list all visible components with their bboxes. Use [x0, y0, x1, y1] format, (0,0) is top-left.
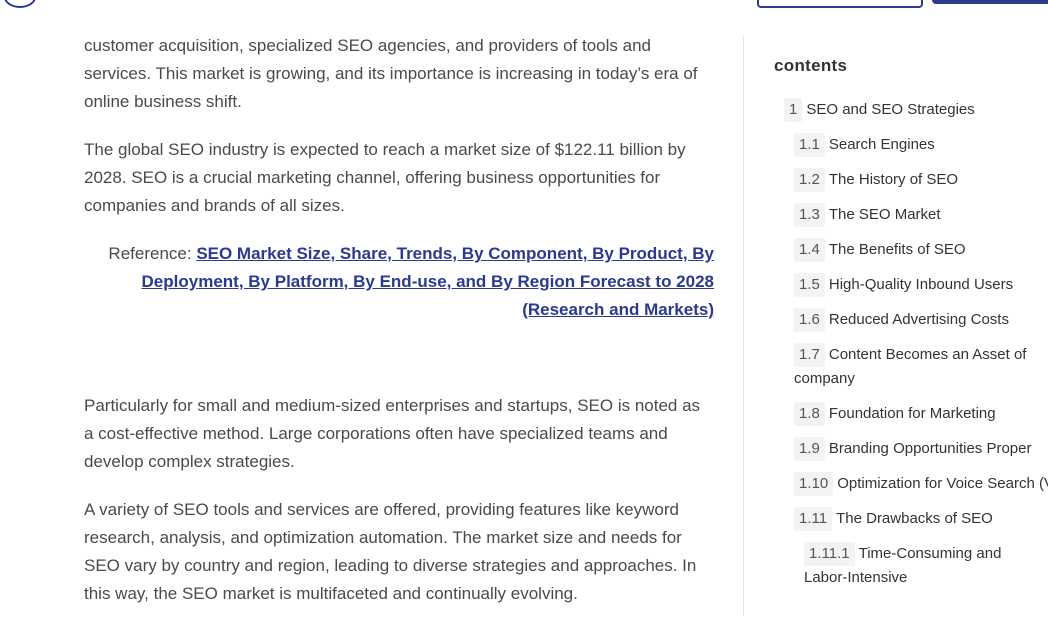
toc-number: 1: [784, 98, 803, 122]
article-paragraph-1: customer acquisition, specialized SEO ag…: [84, 36, 698, 111]
toc-number: 1.6: [794, 308, 825, 332]
site-logo[interactable]: [4, 0, 36, 8]
toc-label: Branding Opportunities Proper: [828, 440, 1032, 457]
toc-label: SEO and SEO Strategies: [806, 101, 975, 118]
column-divider: [743, 36, 744, 616]
toc-item-1-3[interactable]: 1.3 The SEO Market: [774, 203, 1048, 227]
article-paragraph-4: A variety of SEO tools and services are …: [84, 500, 697, 603]
article-paragraph-3: Particularly for small and medium-sized …: [84, 396, 701, 471]
toc-label: Optimization for Voice Search (VS: [837, 475, 1048, 492]
table-of-contents: contents 1 SEO and SEO Strategies 1.1 Sear…: [774, 56, 1048, 601]
reference-link[interactable]: SEO Market Size, Share, Trends, By Compo…: [142, 244, 714, 319]
article-body: customer acquisition, specialized SEO ag…: [84, 32, 714, 628]
toc-number: 1.1: [794, 133, 825, 157]
toc-label: Search Engines: [828, 136, 935, 153]
toc-label: The SEO Market: [828, 206, 941, 223]
toc-item-1-2[interactable]: 1.2 The History of SEO: [774, 168, 1048, 192]
toc-number: 1.3: [794, 203, 825, 227]
toc-number: 1.8: [794, 402, 825, 426]
toc-label: The Benefits of SEO: [828, 241, 966, 258]
toc-label: High-Quality Inbound Users: [828, 276, 1014, 293]
toc-number: 1.4: [794, 238, 825, 262]
toc-label: The Drawbacks of SEO: [836, 510, 993, 527]
toc-number: 1.11.1: [804, 542, 855, 566]
toc-label: Foundation for Marketing: [828, 405, 996, 422]
toc-number: 1.2: [794, 168, 825, 192]
toc-item-1-7[interactable]: 1.7 Content Becomes an Asset of company: [774, 343, 1034, 391]
toc-item-1-11-1[interactable]: 1.11.1 Time-Consuming and Labor-Intensive: [774, 542, 1044, 590]
toc-number: 1.10: [794, 472, 834, 496]
toc-item-1-8[interactable]: 1.8 Foundation for Marketing: [774, 402, 1048, 426]
toc-item-1-11[interactable]: 1.11 The Drawbacks of SEO: [774, 507, 1048, 531]
toc-list: 1 SEO and SEO Strategies 1.1 Search Engine…: [774, 98, 1048, 590]
header-outline-button[interactable]: [757, 0, 923, 8]
toc-item-1-6[interactable]: 1.6 Reduced Advertising Costs: [774, 308, 1048, 332]
article-paragraph-2: The global SEO industry is expected to r…: [84, 140, 686, 215]
toc-label: The History of SEO: [828, 171, 959, 188]
toc-item-1-1[interactable]: 1.1 Search Engines: [774, 133, 1048, 157]
toc-item-1-9[interactable]: 1.9 Branding Opportunities Proper: [774, 437, 1048, 461]
toc-label: Content Becomes an Asset of company: [794, 346, 1027, 387]
toc-title: contents: [774, 56, 848, 75]
reference-line: Reference: SEO Market Size, Share, Trend…: [84, 240, 714, 324]
toc-item-1[interactable]: 1 SEO and SEO Strategies: [774, 98, 1048, 122]
toc-number: 1.5: [794, 273, 825, 297]
toc-number: 1.11: [794, 507, 833, 531]
toc-number: 1.9: [794, 437, 825, 461]
reference-prefix: Reference:: [108, 244, 197, 263]
article-spacer: [84, 344, 714, 392]
toc-item-1-4[interactable]: 1.4 The Benefits of SEO: [774, 238, 1048, 262]
toc-item-1-5[interactable]: 1.5 High-Quality Inbound Users: [774, 273, 1048, 297]
toc-item-1-10[interactable]: 1.10 Optimization for Voice Search (VS: [774, 472, 1048, 496]
header-solid-button[interactable]: [932, 0, 1048, 4]
toc-number: 1.7: [794, 343, 825, 367]
toc-label: Reduced Advertising Costs: [828, 311, 1009, 328]
